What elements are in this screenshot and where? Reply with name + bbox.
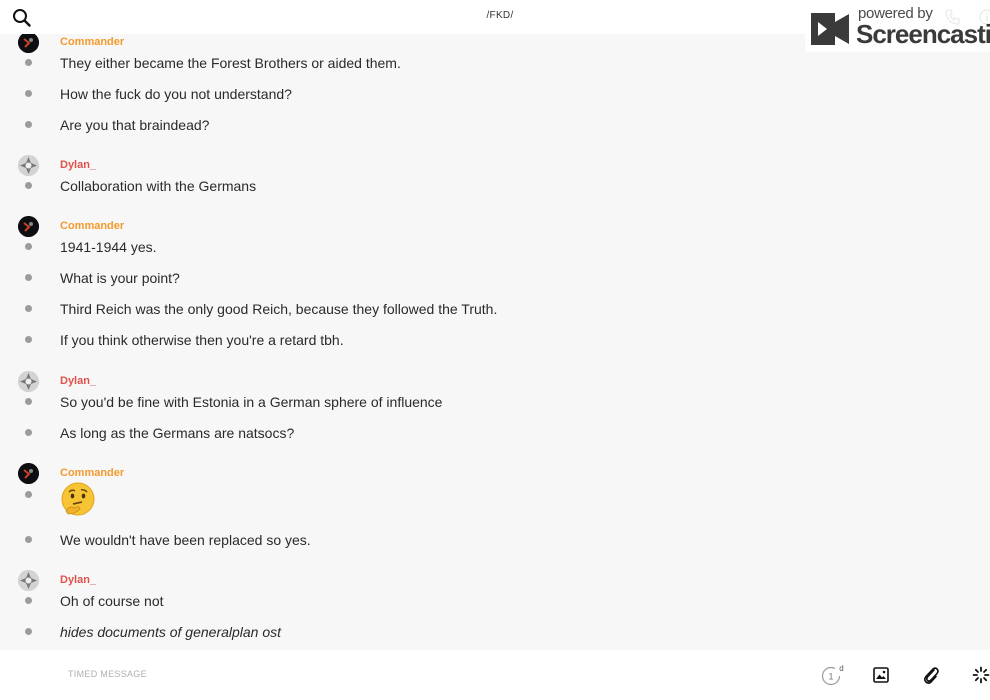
- watermark-brand: Screencastify: [856, 19, 990, 49]
- message-text[interactable]: So you'd be fine with Estonia in a Germa…: [60, 394, 442, 410]
- timer-unit: d: [839, 664, 843, 673]
- sender-name[interactable]: Dylan_: [60, 574, 96, 586]
- message-text[interactable]: 1941-1944 yes.: [60, 239, 157, 255]
- avatar-dylan[interactable]: [18, 570, 39, 591]
- timer-icon[interactable]: 1 d: [820, 663, 846, 687]
- message-text[interactable]: hides documents of generalplan ost: [60, 624, 281, 640]
- message-bullet: [25, 597, 32, 604]
- thinking-face-emoji[interactable]: [60, 481, 96, 517]
- message-bullet: [25, 59, 32, 66]
- avatar-commander[interactable]: [18, 32, 39, 53]
- avatar-commander[interactable]: [18, 463, 39, 484]
- avatar-dylan[interactable]: [18, 155, 39, 176]
- message-list: Commander They either became the Forest …: [0, 0, 990, 650]
- avatar-dylan[interactable]: [18, 371, 39, 392]
- message-text[interactable]: They either became the Forest Brothers o…: [60, 55, 401, 71]
- message-bullet: [25, 182, 32, 189]
- paperclip-icon[interactable]: [922, 665, 940, 685]
- message-bullet: [25, 274, 32, 281]
- sender-name[interactable]: Commander: [60, 36, 124, 48]
- message-text[interactable]: We wouldn't have been replaced so yes.: [60, 532, 311, 548]
- message-text[interactable]: What is your point?: [60, 270, 180, 286]
- message-text[interactable]: How the fuck do you not understand?: [60, 86, 292, 102]
- screencastify-watermark: powered by Screencastify: [805, 2, 990, 52]
- message-bullet: [25, 90, 32, 97]
- message-bullet: [25, 429, 32, 436]
- sender-name[interactable]: Commander: [60, 220, 124, 232]
- sender-name[interactable]: Dylan_: [60, 375, 96, 387]
- sender-name[interactable]: Commander: [60, 467, 124, 479]
- sender-name[interactable]: Dylan_: [60, 159, 96, 171]
- message-bullet: [25, 536, 32, 543]
- message-bullet: [25, 336, 32, 343]
- message-text[interactable]: Oh of course not: [60, 593, 164, 609]
- message-bullet: [25, 243, 32, 250]
- message-bullet: [25, 398, 32, 405]
- message-bullet: [25, 121, 32, 128]
- message-text[interactable]: Are you that braindead?: [60, 117, 209, 133]
- image-icon[interactable]: [873, 667, 889, 683]
- screencastify-logo-icon: [809, 10, 853, 53]
- sparkle-icon[interactable]: [972, 666, 990, 684]
- message-text[interactable]: As long as the Germans are natsocs?: [60, 425, 294, 441]
- message-text[interactable]: Third Reich was the only good Reich, bec…: [60, 301, 497, 317]
- avatar-commander[interactable]: [18, 216, 39, 237]
- message-bullet: [25, 305, 32, 312]
- message-text[interactable]: Collaboration with the Germans: [60, 178, 256, 194]
- message-bullet: [25, 491, 32, 498]
- timer-value: 1: [828, 672, 833, 682]
- message-text[interactable]: If you think otherwise then you're a ret…: [60, 332, 344, 348]
- message-input[interactable]: TIMED MESSAGE: [68, 669, 147, 679]
- message-bullet: [25, 628, 32, 635]
